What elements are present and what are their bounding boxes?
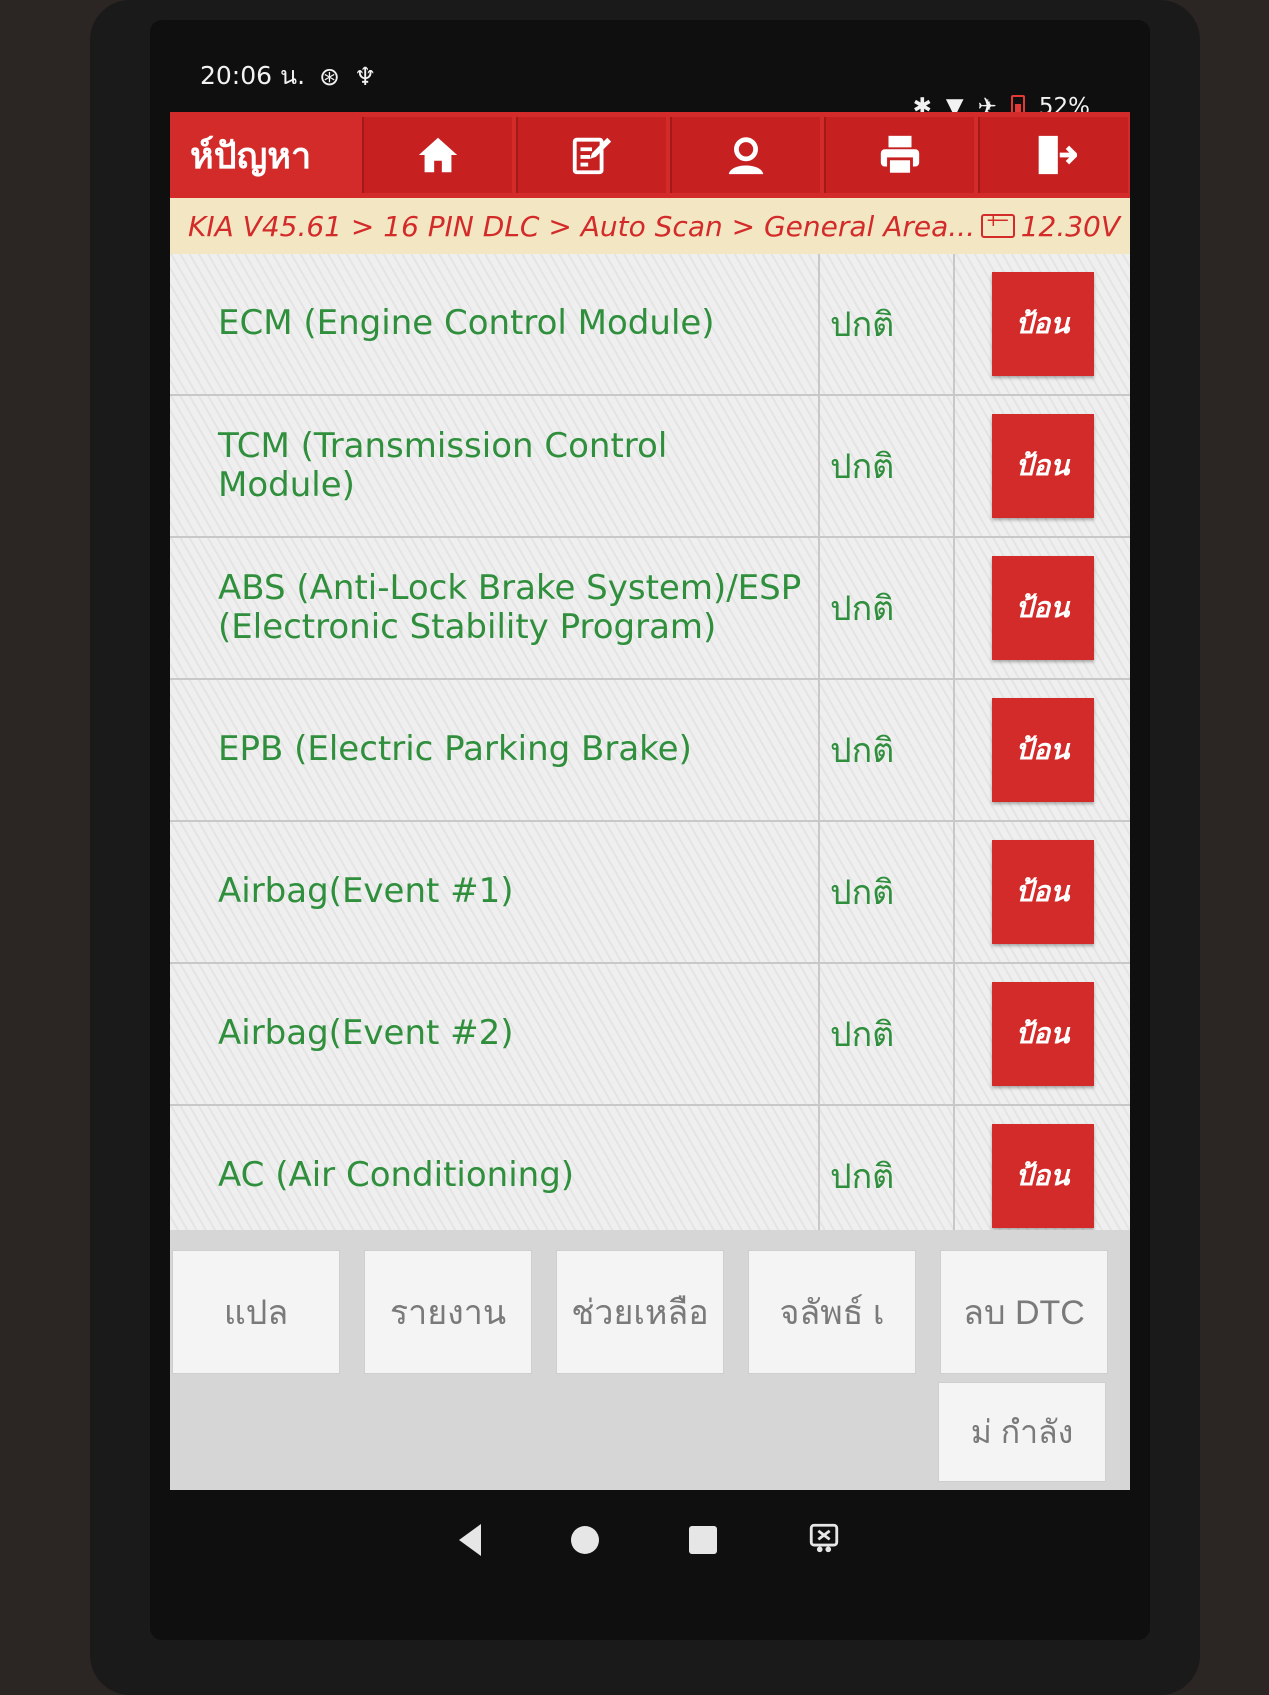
table-row: ECM (Engine Control Module) ปกติ ป้อน <box>170 254 1130 396</box>
enter-button[interactable]: ป้อน <box>991 556 1094 660</box>
home-nav-icon[interactable] <box>571 1526 599 1554</box>
voltage-value: 12.30V <box>1020 209 1120 243</box>
table-row: AC (Air Conditioning) ปกติ ป้อน <box>170 1106 1130 1248</box>
report-button[interactable]: รายงาน <box>364 1250 532 1374</box>
voltage-readout: 12.30V <box>980 209 1120 243</box>
recent-apps-icon[interactable] <box>689 1526 717 1554</box>
module-status: ปกติ <box>820 1106 955 1246</box>
car-battery-icon <box>980 210 1015 238</box>
edit-button[interactable] <box>516 117 666 193</box>
table-row: ABS (Anti-Lock Brake System)/ESP (Electr… <box>170 538 1130 680</box>
module-name: EPB (Electric Parking Brake) <box>170 680 820 820</box>
module-name: AC (Air Conditioning) <box>170 1106 820 1246</box>
module-name: ECM (Engine Control Module) <box>170 254 820 394</box>
table-row: Airbag(Event #1) ปกติ ป้อน <box>170 822 1130 964</box>
bottom-action-bar: แปล รายงาน ช่วยเหลือ จลัพธ์ เ ลบ DTC ม่ … <box>170 1230 1130 1490</box>
home-button[interactable] <box>362 117 512 193</box>
record-button[interactable]: จลัพธ์ เ <box>748 1250 916 1374</box>
module-name: Airbag(Event #2) <box>170 964 820 1104</box>
breadcrumb-path: KIA V45.61 > 16 PIN DLC > Auto Scan > Ge… <box>188 209 975 243</box>
status-time: 20:06 น. <box>200 61 306 90</box>
edit-icon <box>572 137 612 175</box>
back-icon[interactable] <box>459 1524 481 1556</box>
module-name: TCM (Transmission Control Module) <box>170 396 820 536</box>
module-name: ABS (Anti-Lock Brake System)/ESP (Electr… <box>170 538 820 678</box>
enter-button[interactable]: ป้อน <box>991 272 1094 376</box>
table-row: EPB (Electric Parking Brake) ปกติ ป้อน <box>170 680 1130 822</box>
table-row: Airbag(Event #2) ปกติ ป้อน <box>170 964 1130 1106</box>
android-nav-bar <box>150 1490 1150 1590</box>
enter-button[interactable]: ป้อน <box>991 982 1094 1086</box>
status-bar: 20:06 น. ⊛ ♆ ✱ ▼ ✈ 52% <box>150 20 1150 120</box>
print-button[interactable] <box>824 117 974 193</box>
help-button[interactable]: ช่วยเหลือ <box>556 1250 724 1374</box>
enter-button[interactable]: ป้อน <box>991 840 1094 944</box>
more-button[interactable]: ม่ กำลัง <box>938 1382 1106 1482</box>
settings-status-icon: ⊛ <box>319 61 340 91</box>
print-icon <box>880 135 920 176</box>
enter-button[interactable]: ป้อน <box>991 414 1094 518</box>
module-list: ECM (Engine Control Module) ปกติ ป้อน TC… <box>170 254 1130 1254</box>
exit-button[interactable] <box>978 117 1128 193</box>
top-toolbar: ห์ปัญหา <box>170 112 1130 198</box>
support-icon <box>728 137 764 175</box>
module-status: ปกติ <box>820 964 955 1104</box>
table-row: TCM (Transmission Control Module) ปกติ ป… <box>170 396 1130 538</box>
home-icon <box>418 137 458 173</box>
toolbar-title: ห์ปัญหา <box>190 135 312 177</box>
screen: 20:06 น. ⊛ ♆ ✱ ▼ ✈ 52% ห์ปัญหา KIA V45.6… <box>150 20 1150 1640</box>
module-status: ปกติ <box>820 396 955 536</box>
enter-button[interactable]: ป้อน <box>991 1124 1094 1228</box>
diagnostic-shortcut-icon[interactable] <box>807 1521 841 1559</box>
support-button[interactable] <box>670 117 820 193</box>
translate-button[interactable]: แปล <box>172 1250 340 1374</box>
exit-icon <box>1038 135 1077 175</box>
breadcrumb: KIA V45.61 > 16 PIN DLC > Auto Scan > Ge… <box>170 198 1130 254</box>
module-status: ปกติ <box>820 822 955 962</box>
module-name: Airbag(Event #1) <box>170 822 820 962</box>
enter-button[interactable]: ป้อน <box>991 698 1094 802</box>
module-status: ปกติ <box>820 254 955 394</box>
stethoscope-status-icon: ♆ <box>353 61 377 91</box>
module-status: ปกติ <box>820 680 955 820</box>
clear-dtc-button[interactable]: ลบ DTC <box>940 1250 1108 1374</box>
module-status: ปกติ <box>820 538 955 678</box>
